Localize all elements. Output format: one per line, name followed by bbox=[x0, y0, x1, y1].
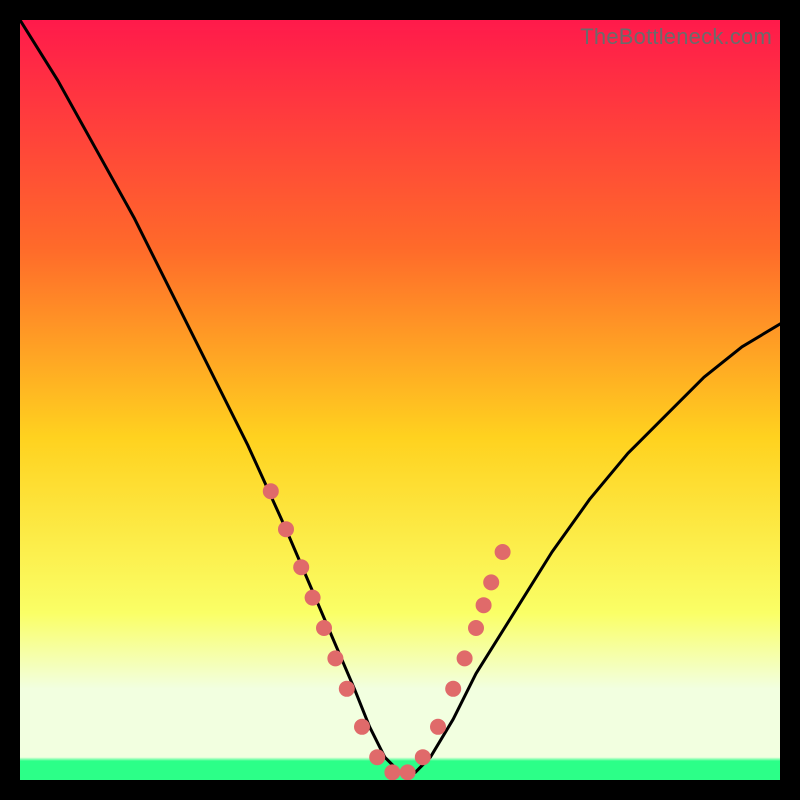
bottleneck-chart bbox=[20, 20, 780, 780]
highlight-dot bbox=[384, 764, 400, 780]
highlight-dot bbox=[400, 764, 416, 780]
highlight-dot bbox=[457, 650, 473, 666]
highlight-dot bbox=[263, 483, 279, 499]
highlight-dot bbox=[316, 620, 332, 636]
highlight-dot bbox=[327, 650, 343, 666]
chart-frame: TheBottleneck.com bbox=[20, 20, 780, 780]
highlight-dot bbox=[445, 681, 461, 697]
highlight-dot bbox=[293, 559, 309, 575]
highlight-dot bbox=[354, 719, 370, 735]
highlight-dot bbox=[369, 749, 385, 765]
highlight-dot bbox=[415, 749, 431, 765]
highlight-dot bbox=[430, 719, 446, 735]
highlight-dot bbox=[476, 597, 492, 613]
highlight-dot bbox=[278, 521, 294, 537]
highlight-dot bbox=[468, 620, 484, 636]
highlight-dot bbox=[495, 544, 511, 560]
highlight-dot bbox=[339, 681, 355, 697]
highlight-dot bbox=[483, 574, 499, 590]
highlight-dot bbox=[305, 590, 321, 606]
watermark-text: TheBottleneck.com bbox=[580, 24, 772, 50]
gradient-background bbox=[20, 20, 780, 780]
